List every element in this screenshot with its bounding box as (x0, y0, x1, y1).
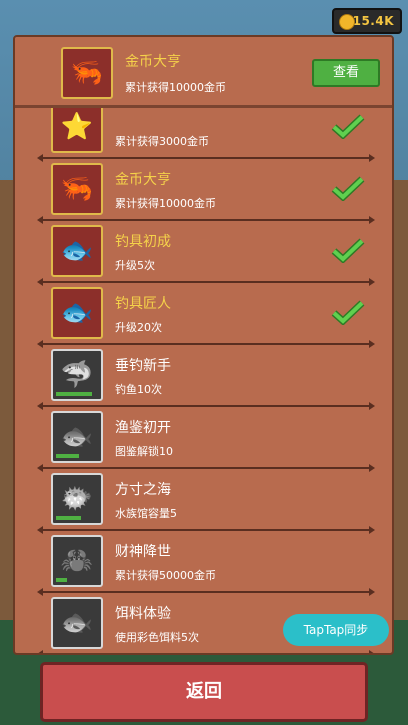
coin-amount: 15.4K (352, 14, 394, 28)
featured-desc: 累计获得10000金币 (125, 81, 226, 94)
shrimp-icon: 🦐 (51, 163, 103, 215)
progress-bar (56, 516, 81, 520)
crab-icon: 🦀 (51, 535, 103, 587)
achievement-row[interactable]: 🐟 钓具初成升级5次 (15, 221, 392, 286)
featured-achievement: 🦐 金币大亨 累计获得10000金币 查看 (15, 37, 392, 108)
achievement-title: 方寸之海 (115, 482, 171, 498)
taptap-sync-button[interactable]: TapTap同步 (283, 614, 389, 646)
achievement-title: 金币大亨 (115, 172, 171, 188)
achievement-desc: 累计获得10000金币 (115, 197, 216, 210)
checkmark-icon (331, 114, 365, 139)
row-divider (37, 650, 375, 653)
achievement-row[interactable]: 🦈 垂钓新手钓鱼10次 (15, 345, 392, 410)
progress-bar (56, 392, 92, 396)
checkmark-icon (331, 300, 365, 325)
coin-counter: 15.4K (332, 8, 402, 34)
achievement-desc: 累计获得3000金币 (115, 135, 209, 148)
fish-skeleton-icon: 🐟 (51, 597, 103, 649)
fish-icon: 🐟 (51, 411, 103, 463)
achievements-panel: 🦐 金币大亨 累计获得10000金币 查看 ⭐ 累计获得3000金币 🦐 金币大亨 累计… (13, 35, 394, 655)
progress-bar (56, 578, 67, 582)
featured-title: 金币大亨 (125, 54, 181, 70)
achievement-row[interactable]: 🐟 钓具匠人升级20次 (15, 283, 392, 348)
starfish-icon: ⭐ (51, 101, 103, 153)
achievement-title: 渔鉴初开 (115, 420, 171, 436)
achievement-title: 钓具初成 (115, 234, 171, 250)
achievement-title: 财神降世 (115, 544, 171, 560)
achievement-row[interactable]: 🐟 渔鉴初开图鉴解锁10 (15, 407, 392, 472)
achievement-title: 饵料体验 (115, 606, 171, 622)
view-button[interactable]: 查看 (312, 59, 380, 87)
achievement-desc: 使用彩色饵料5次 (115, 631, 199, 644)
checkmark-icon (331, 238, 365, 263)
fish-icon: 🐟 (51, 225, 103, 277)
gold-coin-icon (339, 14, 355, 30)
checkmark-icon (331, 176, 365, 201)
achievement-desc: 升级5次 (115, 259, 155, 272)
achievement-row[interactable]: 🐡 方寸之海水族馆容量5 (15, 469, 392, 534)
back-button[interactable]: 返回 (40, 662, 368, 722)
progress-bar (56, 454, 79, 458)
achievement-title: 钓具匠人 (115, 296, 171, 312)
achievement-desc: 累计获得50000金币 (115, 569, 216, 582)
pufferfish-icon: 🐡 (51, 473, 103, 525)
achievement-row[interactable]: 🦀 财神降世累计获得50000金币 (15, 531, 392, 596)
shrimp-icon: 🦐 (61, 47, 113, 99)
achievement-desc: 升级20次 (115, 321, 162, 334)
achievement-desc: 图鉴解锁10 (115, 445, 173, 458)
achievement-desc: 水族馆容量5 (115, 507, 177, 520)
shark-icon: 🦈 (51, 349, 103, 401)
achievement-row[interactable]: 🦐 金币大亨累计获得10000金币 (15, 159, 392, 224)
achievement-title: 垂钓新手 (115, 358, 171, 374)
achievement-desc: 钓鱼10次 (115, 383, 162, 396)
fish-icon: 🐟 (51, 287, 103, 339)
